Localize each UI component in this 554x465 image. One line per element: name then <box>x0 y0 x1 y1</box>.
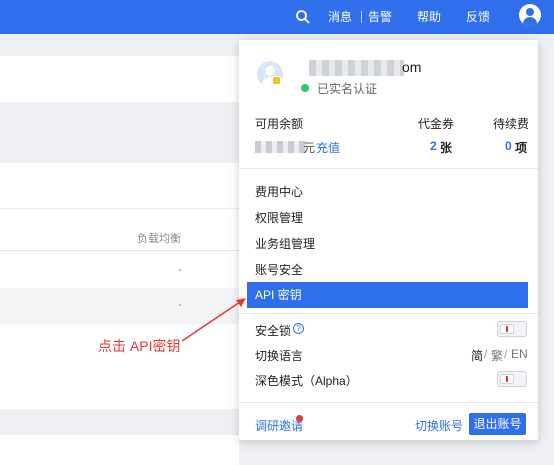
renewal-label: 待续费 <box>493 117 530 131</box>
verification-status: 已实名认证 <box>317 82 378 96</box>
lang-traditional-option[interactable]: 繁 <box>491 347 503 364</box>
renewal-unit: 项 <box>515 141 528 155</box>
lang-english-option[interactable]: EN <box>511 347 528 361</box>
lang-separator: / <box>484 347 488 361</box>
search-icon[interactable] <box>295 9 311 25</box>
top-navigation-bar: 消息 告警 帮助 反馈 <box>0 0 554 34</box>
table-cell: - <box>178 264 182 276</box>
divider <box>239 402 538 403</box>
security-lock-toggle[interactable] <box>497 321 527 337</box>
switch-account-link[interactable]: 切换账号 <box>415 417 463 434</box>
verified-badge-icon <box>272 76 281 85</box>
column-header: 负载均衡 <box>137 233 181 245</box>
annotation-text: 点击 API密钥 <box>98 338 181 354</box>
switch-language-label: 切换语言 <box>255 349 304 363</box>
help-link[interactable]: 帮助 <box>417 0 441 34</box>
menu-item-billing-center[interactable]: 费用中心 <box>247 179 528 205</box>
voucher-count[interactable]: 2 <box>430 139 437 153</box>
divider <box>239 313 538 314</box>
menu-item-permissions[interactable]: 权限管理 <box>247 205 528 231</box>
logout-button[interactable]: 退出账号 <box>469 413 526 435</box>
user-avatar-icon[interactable] <box>519 4 541 26</box>
table-divider <box>0 250 239 251</box>
lang-separator: / <box>504 347 508 361</box>
menu-item-account-security[interactable]: 账号安全 <box>247 257 528 283</box>
alerts-link[interactable]: 告警 <box>368 0 392 34</box>
annotation-arrow-icon <box>181 298 246 342</box>
notification-dot <box>296 415 303 422</box>
balance-redacted <box>255 141 307 153</box>
account-email: om <box>402 59 422 75</box>
status-dot-icon <box>301 84 309 92</box>
help-icon[interactable]: ? <box>293 323 304 334</box>
messages-link[interactable]: 消息 <box>328 0 352 34</box>
background-panel <box>0 435 239 465</box>
dark-mode-toggle[interactable] <box>497 371 527 387</box>
feedback-link[interactable]: 反馈 <box>466 0 490 34</box>
available-balance-label: 可用余额 <box>255 117 304 131</box>
menu-item-business-groups[interactable]: 业务组管理 <box>247 231 528 257</box>
menu-item-api-keys[interactable]: API 密钥 <box>247 282 528 308</box>
divider <box>239 168 538 169</box>
renewal-count[interactable]: 0 <box>505 139 512 153</box>
email-redacted <box>309 60 404 76</box>
background-panel <box>0 56 239 102</box>
topbar-separator <box>361 11 362 23</box>
voucher-label: 代金券 <box>418 117 455 131</box>
security-lock-label: 安全锁 <box>255 324 292 338</box>
lang-simplified-option[interactable]: 简 <box>471 347 483 364</box>
dark-mode-label: 深色模式（Alpha） <box>255 374 358 388</box>
currency-suffix: 元 <box>303 141 316 155</box>
recharge-link[interactable]: 充值 <box>316 139 340 156</box>
background-panel <box>0 163 239 208</box>
voucher-unit: 张 <box>440 141 453 155</box>
account-dropdown-panel: om 已实名认证 可用余额 代金券 待续费 元 充值 2 张 0 项 费用中心 … <box>239 40 538 440</box>
